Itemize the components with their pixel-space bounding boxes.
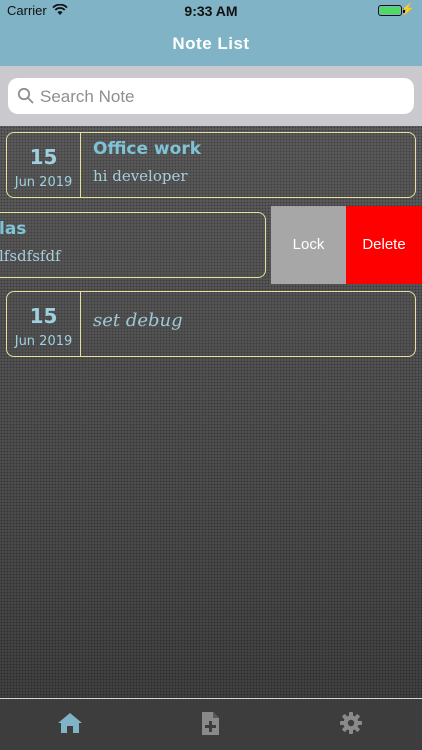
- note-description: lfsdfsfdf: [0, 247, 61, 265]
- delete-button[interactable]: Delete: [346, 206, 422, 284]
- date-box: 15 Jun 2019: [7, 133, 81, 197]
- note-card[interactable]: 15 Jun 2019 Office work hi developer: [6, 132, 416, 198]
- date-box: 15 Jun 2019: [7, 292, 81, 356]
- note-card[interactable]: 15 Jun 2019 set debug: [6, 291, 416, 357]
- tab-bar: [0, 698, 422, 750]
- note-day: 15: [29, 304, 58, 328]
- battery-icon: [378, 5, 402, 16]
- search-box[interactable]: [8, 78, 414, 116]
- search-icon: [17, 87, 34, 104]
- page-title: Note List: [172, 34, 250, 53]
- search-input[interactable]: [38, 78, 412, 116]
- list-item[interactable]: 15 Jun 2019 set debug: [0, 285, 422, 363]
- note-day: 15: [29, 145, 58, 169]
- navigation-bar: Note List: [0, 22, 422, 66]
- note-list: 15 Jun 2019 Office work hi developer las…: [0, 126, 422, 698]
- search-bar: [0, 66, 422, 126]
- gear-icon[interactable]: [339, 711, 363, 735]
- status-time: 9:33 AM: [184, 3, 238, 19]
- add-note-icon[interactable]: [199, 711, 221, 736]
- note-description: hi developer: [93, 167, 188, 185]
- note-month: Jun 2019: [14, 334, 73, 349]
- charging-icon: ⚡: [400, 2, 415, 16]
- list-item-swiped[interactable]: las lfsdfsfdf Lock Delete: [0, 206, 422, 284]
- note-card[interactable]: las lfsdfsfdf: [0, 212, 266, 278]
- note-title: las: [0, 219, 27, 239]
- note-description: set debug: [93, 310, 183, 331]
- list-item[interactable]: 15 Jun 2019 Office work hi developer: [0, 126, 422, 204]
- status-bar: Carrier 9:33 AM ⚡: [0, 0, 422, 22]
- lock-button[interactable]: Lock: [271, 206, 346, 284]
- note-title: Office work: [93, 139, 202, 159]
- home-icon[interactable]: [57, 711, 83, 735]
- note-month: Jun 2019: [14, 175, 73, 190]
